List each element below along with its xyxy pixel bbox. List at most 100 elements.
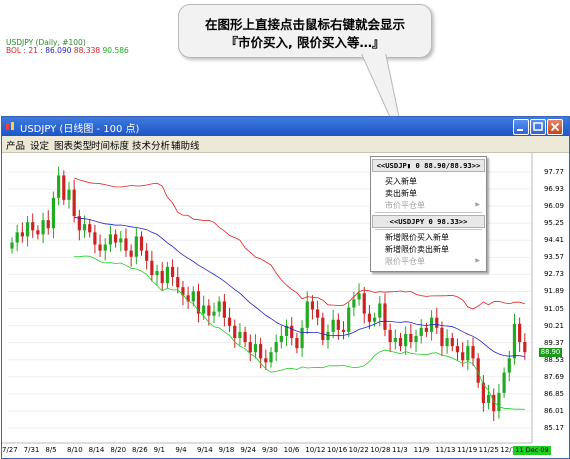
candle-body — [134, 236, 138, 257]
menu-guide-lines[interactable]: 辅助线 — [171, 138, 200, 152]
candle-body — [497, 392, 501, 412]
candle-body — [41, 220, 45, 235]
candle-body — [25, 222, 30, 237]
candle-body — [455, 346, 460, 353]
candle-body — [290, 325, 294, 338]
x-tick-label: 8/10 — [67, 446, 83, 454]
candle-body — [512, 323, 517, 359]
callout-line-2: 『市价买入, 限价买入等…』 — [225, 35, 385, 50]
candle-body — [310, 301, 315, 310]
x-tick-label: 7/27 — [2, 446, 18, 454]
menu-market-close-order[interactable]: 市价平仓单 — [385, 200, 425, 211]
candle-body — [82, 224, 87, 231]
bollinger-legend: BOL : 21 : 86.090 88.338 90.586 — [6, 46, 129, 55]
menu-new-limit-sell[interactable]: 新增限价卖出新单 — [385, 244, 449, 255]
menu-separator — [375, 212, 482, 213]
maximize-icon — [533, 122, 543, 131]
candle-body — [248, 342, 252, 353]
y-tick-label: 91.05 — [543, 304, 564, 313]
candle-body — [253, 344, 258, 353]
y-tick-label: 90.21 — [543, 321, 564, 330]
candle-body — [20, 232, 24, 237]
candle-body — [51, 197, 56, 229]
candle-body — [502, 372, 506, 393]
minimize-button[interactable] — [513, 119, 529, 135]
candle-body — [114, 234, 118, 243]
menu-limit-close-order[interactable]: 限价平仓单 — [385, 256, 425, 267]
close-button[interactable] — [547, 119, 563, 135]
menu-chart-type[interactable]: 图表类型 — [54, 138, 92, 152]
y-tick-label: 89.37 — [543, 338, 564, 347]
candle-body — [10, 242, 14, 249]
title-bar[interactable]: USDJPY (日线图 - 100 点) — [2, 117, 569, 136]
x-tick-label: 11/9 — [413, 446, 430, 454]
menu-new-limit-buy[interactable]: 新增限价买入新单 — [385, 232, 449, 243]
candle-body — [341, 329, 346, 332]
candle-body — [46, 220, 50, 229]
candle-body — [466, 346, 470, 361]
menu-bar: 产品 设定 图表类型 时间标度 技术分析 辅助线 — [2, 136, 569, 153]
candle-body — [31, 222, 35, 231]
candle-body — [98, 244, 102, 251]
candle-body — [419, 327, 423, 336]
candle-body — [445, 337, 449, 347]
chart-app-icon — [6, 122, 14, 130]
candle-body — [139, 236, 144, 251]
x-tick-label: 8/5 — [45, 446, 57, 454]
y-tick-label: 86.85 — [543, 389, 564, 398]
candle-body — [243, 331, 247, 343]
menu-product[interactable]: 产品 — [6, 138, 25, 152]
candle-body — [62, 175, 66, 200]
candle-body — [393, 337, 397, 343]
x-tick-label: 8/14 — [88, 446, 105, 454]
maximize-button[interactable] — [530, 119, 546, 135]
candle-body — [227, 317, 232, 326]
candle-body — [352, 299, 356, 308]
x-tick-label: 9/30 — [262, 446, 278, 454]
context-menu: <<USDJP▮ 0 88.90/88.93>> 买入新单 卖出新单 市价平仓单… — [370, 156, 487, 272]
candle-body — [191, 291, 195, 302]
candle-body — [124, 238, 128, 251]
x-tick-label: 9/18 — [218, 446, 235, 454]
candle-body — [202, 305, 206, 314]
x-tick-label: 10/12 — [305, 446, 326, 454]
callout-bubble: 在图形上直接点击鼠标右键就会显示 『市价买入, 限价买入等…』 — [178, 4, 432, 58]
y-tick-label: 94.41 — [543, 236, 564, 245]
candle-body — [321, 317, 325, 341]
candle-body — [233, 325, 237, 338]
menu-settings[interactable]: 设定 — [30, 138, 49, 152]
x-tick-label: 9/4 — [175, 446, 187, 454]
y-tick-label: 93.57 — [543, 253, 564, 262]
menu-sell-new-order[interactable]: 卖出新单 — [385, 188, 417, 199]
candle-body — [165, 266, 169, 284]
menu-time-scale[interactable]: 时间标度 — [91, 138, 129, 152]
candle-body — [398, 337, 403, 347]
y-tick-label: 95.25 — [543, 219, 564, 228]
callout-line-1: 在图形上直接点击鼠标右键就会显示 — [204, 17, 405, 32]
x-tick-label: 9/14 — [197, 446, 213, 454]
candle-body — [523, 342, 527, 353]
menu-buy-new-order[interactable]: 买入新单 — [385, 176, 417, 187]
candle-body — [373, 317, 377, 322]
candle-body — [357, 293, 361, 300]
limit-order-header: <<USDJPY 0 98.33>> — [372, 215, 485, 228]
candle-body — [404, 333, 408, 347]
candle-body — [145, 250, 149, 261]
candle-body — [155, 270, 159, 276]
candle-body — [93, 232, 97, 245]
y-tick-label: 86.01 — [543, 406, 564, 415]
x-tick-label: 10/6 — [283, 446, 300, 454]
menu-technical-analysis[interactable]: 技术分析 — [132, 138, 170, 152]
menu-separator — [375, 229, 482, 230]
y-tick-label: 97.77 — [543, 168, 564, 176]
x-tick-label: 8/20 — [110, 446, 127, 454]
y-tick-label: 91.89 — [543, 287, 564, 296]
candle-body — [238, 331, 242, 338]
candle-body — [274, 342, 278, 353]
candle-body — [518, 323, 522, 343]
x-tick-label: 7/31 — [23, 446, 40, 454]
candle-body — [36, 230, 40, 235]
candle-body — [212, 311, 216, 316]
x-tick-label: 9/1 — [153, 446, 165, 454]
candle-body — [471, 346, 475, 359]
